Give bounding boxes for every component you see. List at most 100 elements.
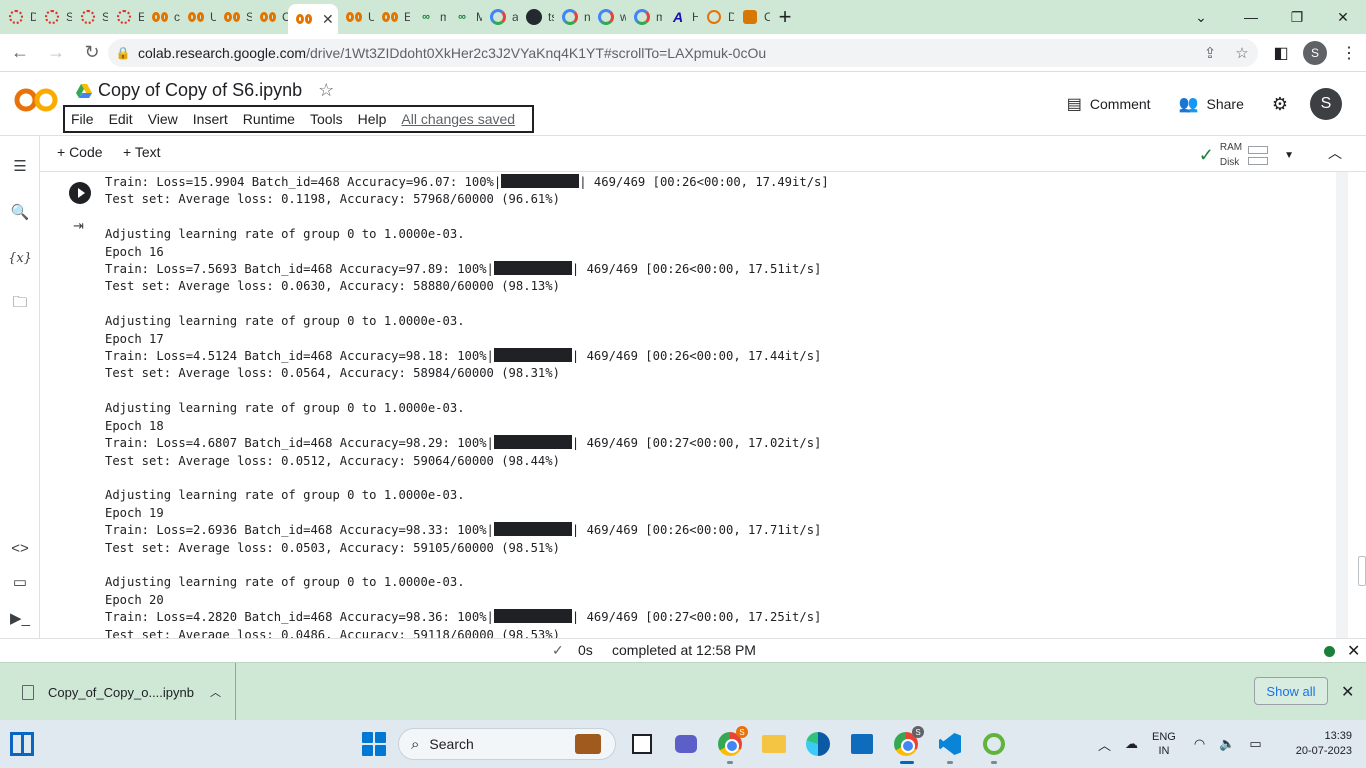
reload-icon[interactable]: ↻ (76, 37, 108, 69)
browser-tab[interactable]: wl (590, 0, 626, 34)
green-ring-app-icon[interactable] (980, 730, 1008, 764)
browser-tab[interactable]: Se (72, 0, 108, 34)
share-button[interactable]: 👥 Share (1179, 94, 1244, 114)
show-all-button[interactable]: Show all (1254, 677, 1328, 705)
file-explorer-icon[interactable] (760, 730, 788, 758)
lock-icon[interactable]: 🔒 (108, 46, 138, 60)
chrome-profile-icon[interactable]: S (716, 726, 748, 764)
menu-bar: File Edit View Insert Runtime Tools Help… (63, 105, 534, 133)
menu-view[interactable]: View (148, 111, 178, 127)
table-of-contents-icon[interactable]: ☰ (10, 156, 30, 176)
url-text[interactable]: colab.research.google.com/drive/1Wt3ZIDd… (138, 45, 1194, 61)
collapse-header-icon[interactable]: ︿ (1328, 143, 1342, 163)
taskbar-clock[interactable]: 13:39 20-07-2023 (1282, 729, 1352, 759)
language-indicator[interactable]: ENG IN (1152, 730, 1176, 758)
browser-tab[interactable]: nu (554, 0, 590, 34)
teams-icon[interactable] (672, 730, 700, 758)
menu-edit[interactable]: Edit (109, 111, 133, 127)
new-tab-button[interactable]: + (770, 4, 800, 30)
wifi-icon[interactable]: ◠ (1194, 736, 1205, 752)
close-tab-icon[interactable]: ✕ (322, 11, 334, 28)
browser-tab[interactable]: ∞ m (410, 0, 446, 34)
profile-avatar[interactable]: S (1298, 36, 1332, 70)
google-drive-icon[interactable] (76, 83, 92, 98)
browser-tab[interactable]: S6 (216, 0, 252, 34)
file-explorer-alt-icon[interactable] (628, 730, 656, 758)
close-status-icon[interactable]: ✕ (1347, 641, 1360, 661)
forward-arrow-icon[interactable]: → (40, 37, 72, 69)
browser-tab[interactable]: co (144, 0, 180, 34)
download-item[interactable]: Copy_of_Copy_o....ipynb ︿ (0, 663, 236, 721)
notebook-title-row: Copy of Copy of S6.ipynb ☆ (76, 80, 334, 101)
browser-menu-icon[interactable]: ⋮ (1332, 36, 1366, 70)
comment-button[interactable]: ▤ Comment (1067, 94, 1151, 114)
bookmark-star-icon[interactable]: ☆ (1226, 44, 1258, 62)
volume-icon[interactable]: 🔈 (1219, 736, 1235, 752)
add-text-button[interactable]: + Text (123, 144, 161, 160)
add-code-button[interactable]: + Code (57, 144, 103, 160)
colab-logo-icon[interactable] (14, 86, 58, 114)
browser-tab[interactable]: EV (374, 0, 410, 34)
code-snippets-icon[interactable]: <> (10, 538, 30, 558)
minimize-icon[interactable]: — (1228, 0, 1274, 34)
share-page-icon[interactable]: ⇪ (1194, 44, 1226, 62)
menu-file[interactable]: File (71, 111, 94, 127)
browser-tab[interactable]: Ur (338, 0, 374, 34)
chevron-up-icon[interactable]: ︿ (210, 684, 221, 700)
browser-tab[interactable]: Cc (734, 0, 770, 34)
variables-icon[interactable]: {x} (8, 248, 32, 268)
save-status-link[interactable]: All changes saved (401, 111, 515, 127)
close-window-icon[interactable]: ✕ (1320, 0, 1366, 34)
menu-tools[interactable]: Tools (310, 111, 343, 127)
scrollbar[interactable] (1336, 172, 1366, 638)
vscode-icon[interactable] (936, 730, 964, 764)
user-avatar[interactable]: S (1310, 88, 1342, 120)
menu-help[interactable]: Help (358, 111, 387, 127)
resource-dropdown-icon[interactable]: ▼ (1284, 150, 1294, 161)
command-palette-icon[interactable]: ▭ (10, 572, 30, 592)
execution-status[interactable]: completed at 12:58 PM (612, 642, 756, 658)
terminal-icon[interactable]: ▶_ (10, 608, 30, 628)
taskbar-search-box[interactable]: ⌕ Search (398, 728, 616, 760)
browser-tab[interactable]: ✕ (288, 4, 338, 34)
browser-tab[interactable]: Cc (252, 0, 288, 34)
run-cell-button[interactable] (69, 182, 91, 204)
chrome-icon[interactable]: S (892, 726, 924, 764)
address-bar[interactable]: 🔒 colab.research.google.com/drive/1Wt3ZI… (108, 39, 1258, 67)
search-icon[interactable]: 🔍 (10, 202, 30, 222)
browser-tab[interactable]: ts (518, 0, 554, 34)
close-shelf-icon[interactable]: ✕ (1341, 682, 1354, 702)
chevron-up-icon[interactable]: ︿ (1098, 735, 1111, 754)
browser-tab[interactable]: ER (108, 0, 144, 34)
browser-tab[interactable]: Ur (180, 0, 216, 34)
scrollbar-thumb[interactable] (1358, 556, 1366, 586)
store-icon[interactable] (848, 730, 876, 758)
output-actions-icon[interactable]: ⇥ (73, 218, 84, 234)
resource-monitor[interactable]: ✓ RAM Disk ▼ (1199, 140, 1294, 170)
battery-icon[interactable]: ▭ (1249, 736, 1261, 752)
settings-gear-icon[interactable]: ⚙ (1272, 94, 1288, 115)
cell-scrollbar[interactable] (1336, 172, 1348, 638)
menu-insert[interactable]: Insert (193, 111, 228, 127)
edge-icon[interactable] (804, 730, 832, 758)
back-arrow-icon[interactable]: ← (4, 37, 36, 69)
browser-tab[interactable]: m (626, 0, 662, 34)
google-icon (490, 9, 506, 25)
windows-start-icon[interactable] (362, 732, 386, 756)
browser-tab[interactable]: Se (36, 0, 72, 34)
browser-tab[interactable]: ∞ M (446, 0, 482, 34)
maximize-icon[interactable]: ❐ (1274, 0, 1320, 34)
files-folder-icon[interactable]: 🗀 (10, 294, 30, 314)
cloud-offline-icon[interactable]: ☁ (1125, 736, 1138, 752)
browser-tab[interactable]: AHc (662, 0, 698, 34)
runtime-status-dot (1324, 646, 1335, 657)
star-icon[interactable]: ☆ (318, 80, 334, 101)
menu-runtime[interactable]: Runtime (243, 111, 295, 127)
side-panel-icon[interactable]: ◧ (1264, 36, 1298, 70)
browser-tab[interactable]: ax (482, 0, 518, 34)
tab-search-chevron-icon[interactable]: ⌄ (1186, 0, 1216, 34)
browser-tab[interactable]: Dc (698, 0, 734, 34)
notebook-title[interactable]: Copy of Copy of S6.ipynb (98, 80, 302, 101)
browser-tab[interactable]: De (0, 0, 36, 34)
widgets-icon[interactable] (10, 732, 34, 756)
